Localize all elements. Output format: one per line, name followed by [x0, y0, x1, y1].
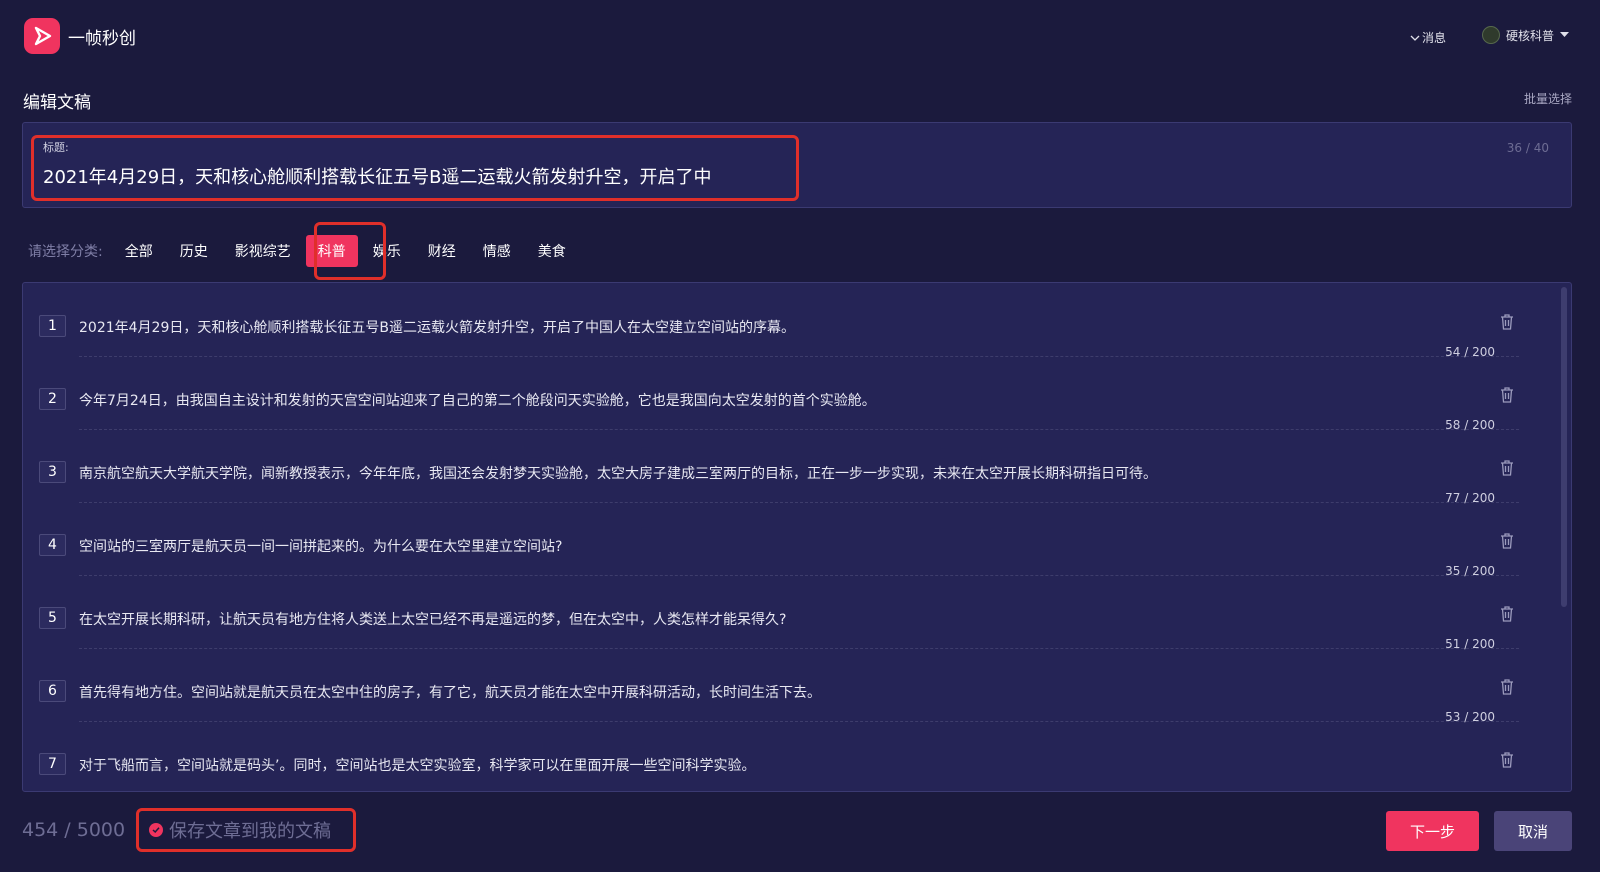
top-bar: 一帧秒创 消息 硬核科普 [0, 0, 1600, 72]
check-circle-icon [149, 823, 163, 837]
category-label: 请选择分类: [28, 244, 103, 260]
title-char-count: 36 / 40 [1506, 141, 1549, 155]
paragraph-number: 1 [39, 315, 66, 337]
paragraph-number: 4 [39, 534, 66, 556]
list-item: 5 在太空开展长期科研，让航天员有地方住将人类送上太空已经不再是遥远的梦，但在太… [39, 575, 1519, 651]
list-item: 6 首先得有地方住。空间站就是航天员在太空中住的房子，有了它，航天员才能在太空中… [39, 648, 1519, 724]
batch-select-button[interactable]: 批量选择 [1524, 90, 1572, 107]
category-food[interactable]: 美食 [526, 235, 578, 267]
title-label: 标题: [43, 141, 69, 154]
user-menu[interactable]: 硬核科普 [1482, 26, 1570, 44]
play-logo-icon [34, 26, 52, 46]
title-field-box: 标题: 36 / 40 [22, 122, 1572, 208]
app-logo[interactable] [24, 18, 60, 54]
category-selector: 请选择分类: 全部 历史 影视综艺 科普 娱乐 财经 情感 美食 [28, 235, 581, 267]
page-title: 编辑文稿 [23, 93, 91, 113]
category-entertainment[interactable]: 娱乐 [361, 235, 413, 267]
paragraph-number: 3 [39, 461, 66, 483]
messages-menu[interactable]: 消息 [1410, 29, 1446, 46]
category-emotion[interactable]: 情感 [471, 235, 523, 267]
paragraph-text[interactable]: 2021年4月29日，天和核心舱顺利搭载长征五号B遥二运载火箭发射升空，开启了中… [79, 317, 1459, 337]
trash-icon[interactable] [1499, 386, 1515, 404]
total-char-count: 454 / 5000 [22, 819, 126, 841]
cancel-button[interactable]: 取消 [1494, 811, 1572, 851]
paragraph-number: 7 [39, 753, 66, 775]
list-item: 3 南京航空航天大学航天学院，闻新教授表示，今年年底，我国还会发射梦天实验舱，太… [39, 429, 1519, 505]
chevron-down-icon [1410, 35, 1420, 41]
paragraph-number: 5 [39, 607, 66, 629]
next-step-button[interactable]: 下一步 [1386, 811, 1479, 851]
save-to-drafts-label: 保存文章到我的文稿 [169, 821, 331, 842]
app-brand-name: 一帧秒创 [68, 29, 136, 49]
trash-icon[interactable] [1499, 678, 1515, 696]
paragraph-number: 6 [39, 680, 66, 702]
list-item: 2 今年7月24日，由我国自主设计和发射的天宫空间站迎来了自己的第二个舱段问天实… [39, 356, 1519, 432]
list-item: 1 2021年4月29日，天和核心舱顺利搭载长征五号B遥二运载火箭发射升空，开启… [39, 283, 1519, 359]
save-to-drafts-checkbox[interactable]: 保存文章到我的文稿 [136, 808, 356, 852]
paragraph-list: 1 2021年4月29日，天和核心舱顺利搭载长征五号B遥二运载火箭发射升空，开启… [22, 282, 1572, 792]
paragraph-text[interactable]: 首先得有地方住。空间站就是航天员在太空中住的房子，有了它，航天员才能在太空中开展… [79, 682, 1459, 702]
trash-icon[interactable] [1499, 313, 1515, 331]
messages-label: 消息 [1422, 31, 1447, 45]
list-item: 7 对于飞船而言，空间站就是码头’。同时，空间站也是太空实验室，科学家可以在里面… [39, 721, 1519, 791]
title-input[interactable] [43, 161, 783, 191]
list-item: 4 空间站的三室两厅是航天员一间一间拼起来的。为什么要在太空里建立空间站? 35… [39, 502, 1519, 578]
paragraph-text[interactable]: 南京航空航天大学航天学院，闻新教授表示，今年年底，我国还会发射梦天实验舱，太空大… [79, 463, 1459, 483]
scrollbar[interactable] [1561, 287, 1567, 607]
trash-icon[interactable] [1499, 605, 1515, 623]
avatar [1482, 26, 1500, 44]
paragraph-text[interactable]: 在太空开展长期科研，让航天员有地方住将人类送上太空已经不再是遥远的梦，但在太空中… [79, 609, 1459, 629]
paragraph-number: 2 [39, 388, 66, 410]
paragraph-text[interactable]: 空间站的三室两厅是航天员一间一间拼起来的。为什么要在太空里建立空间站? [79, 536, 1459, 556]
category-history[interactable]: 历史 [168, 235, 220, 267]
caret-down-icon [1560, 32, 1570, 37]
trash-icon[interactable] [1499, 532, 1515, 550]
trash-icon[interactable] [1499, 751, 1515, 769]
category-finance[interactable]: 财经 [416, 235, 468, 267]
category-film-variety[interactable]: 影视综艺 [223, 235, 303, 267]
user-name: 硬核科普 [1506, 28, 1555, 43]
category-science[interactable]: 科普 [305, 235, 358, 267]
paragraph-text[interactable]: 今年7月24日，由我国自主设计和发射的天宫空间站迎来了自己的第二个舱段问天实验舱… [79, 390, 1459, 410]
paragraph-text[interactable]: 对于飞船而言，空间站就是码头’。同时，空间站也是太空实验室，科学家可以在里面开展… [79, 755, 1459, 775]
category-all[interactable]: 全部 [113, 235, 165, 267]
trash-icon[interactable] [1499, 459, 1515, 477]
